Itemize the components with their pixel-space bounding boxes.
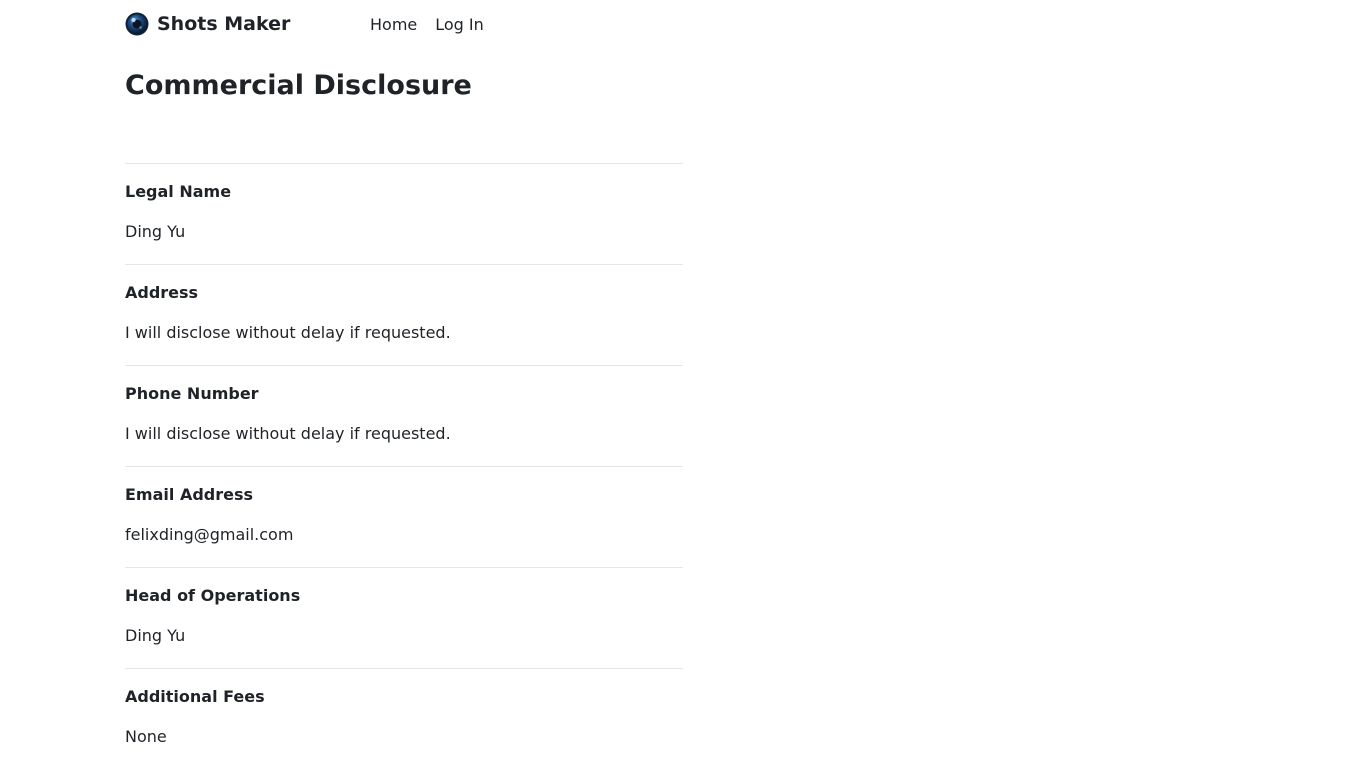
disclosure-label: Legal Name <box>125 182 232 201</box>
brand-name: Shots Maker <box>157 13 291 35</box>
brand-link[interactable]: Shots Maker <box>125 12 290 36</box>
camera-lens-icon <box>125 12 149 36</box>
disclosure-row-address: Address I will disclose without delay if… <box>125 264 683 365</box>
main-nav: Home Log In <box>370 10 502 38</box>
disclosure-value: I will disclose without delay if request… <box>125 424 451 443</box>
disclosure-row-legal-name: Legal Name Ding Yu <box>125 163 683 264</box>
disclosure-row-email-address: Email Address felixding@gmail.com <box>125 466 683 567</box>
page-title: Commercial Disclosure <box>125 70 472 101</box>
disclosure-label: Phone Number <box>125 384 259 403</box>
disclosure-label: Head of Operations <box>125 586 301 605</box>
disclosure-row-head-of-operations: Head of Operations Ding Yu <box>125 567 683 668</box>
disclosure-row-additional-fees: Additional Fees None <box>125 668 683 768</box>
disclosure-value: None <box>125 727 167 746</box>
disclosure-value: felixding@gmail.com <box>125 525 294 544</box>
disclosure-label: Additional Fees <box>125 687 265 706</box>
nav-link-log-in[interactable]: Log In <box>435 15 484 34</box>
disclosure-label: Address <box>125 283 199 302</box>
disclosure-value: Ding Yu <box>125 626 186 645</box>
disclosure-value: Ding Yu <box>125 222 186 241</box>
disclosure-row-phone-number: Phone Number I will disclose without del… <box>125 365 683 466</box>
disclosure-list: Legal Name Ding Yu Address I will disclo… <box>125 163 683 768</box>
nav-link-home[interactable]: Home <box>370 15 417 34</box>
disclosure-value: I will disclose without delay if request… <box>125 323 451 342</box>
top-navigation: Shots Maker Home Log In <box>125 10 484 38</box>
disclosure-label: Email Address <box>125 485 254 504</box>
page: Shots Maker Home Log In Commercial Discl… <box>0 0 1366 768</box>
